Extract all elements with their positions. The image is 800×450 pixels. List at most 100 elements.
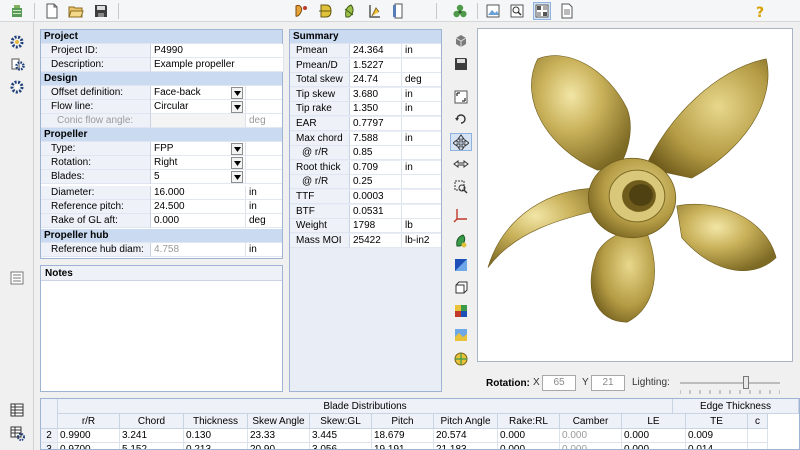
table-cell[interactable]: 5.152	[120, 443, 184, 449]
table-cell[interactable]: 0.000	[498, 429, 560, 443]
table-column-header[interactable]: r/R	[58, 414, 120, 429]
summary-label: Tip skew	[290, 87, 350, 102]
hub-diameter-input[interactable]: 4.758	[151, 243, 246, 257]
save-view-icon[interactable]	[450, 55, 472, 73]
table-row-number[interactable]: 2	[41, 429, 58, 443]
view-cube-icon[interactable]	[450, 32, 472, 50]
table-column-header[interactable]: Rake:RL	[498, 414, 560, 429]
table-cell[interactable]: 0.000	[622, 443, 686, 449]
lighting-slider-thumb[interactable]	[743, 376, 749, 389]
axes-icon[interactable]	[450, 206, 472, 224]
settings-design-icon[interactable]	[9, 56, 25, 72]
description-input[interactable]: Example propeller	[151, 58, 284, 72]
table-cell[interactable]: 3.241	[120, 429, 184, 443]
pan-view-icon[interactable]	[450, 133, 472, 151]
settings-gear-icon[interactable]	[9, 79, 25, 95]
table-settings-icon[interactable]	[9, 425, 25, 441]
color-map-icon[interactable]	[450, 302, 472, 320]
open-folder-icon[interactable]	[67, 2, 85, 20]
table-view-icon[interactable]	[9, 402, 25, 418]
shading-icon[interactable]	[450, 278, 472, 296]
rotation-x-input[interactable]: 65	[542, 375, 576, 391]
table-cell[interactable]: 23.33	[248, 429, 310, 443]
notes-list-icon[interactable]	[9, 270, 25, 286]
rotation-y-input[interactable]: 21	[591, 375, 625, 391]
propeller-blade-icon[interactable]	[292, 2, 310, 20]
project-id-input[interactable]: P4990	[151, 44, 284, 58]
table-cell[interactable]: 0.130	[184, 429, 248, 443]
table-cell[interactable]: 19.191	[372, 443, 434, 449]
summary-label: EAR	[290, 117, 350, 131]
main-toolbar: ?	[0, 0, 800, 22]
table-cell[interactable]	[748, 429, 768, 443]
table-cell[interactable]: 0.9900	[58, 429, 120, 443]
table-cell[interactable]: 0.9700	[58, 443, 120, 449]
table-row-number[interactable]: 3	[41, 443, 58, 449]
table-cell[interactable]: 18.679	[372, 429, 434, 443]
offset-definition-dropdown-icon[interactable]	[231, 87, 243, 99]
table-cell[interactable]: 3.056	[310, 443, 372, 449]
table-column-header[interactable]: Pitch Angle	[434, 414, 498, 429]
type-dropdown-icon[interactable]	[231, 143, 243, 155]
table-column-header[interactable]: Pitch	[372, 414, 434, 429]
row-description: Description: Example propeller	[41, 58, 284, 72]
summary-value: 1.5227	[350, 58, 402, 73]
report-icon[interactable]	[390, 2, 408, 20]
table-cell[interactable]: 20.574	[434, 429, 498, 443]
table-cell[interactable]: 0.000	[560, 443, 622, 449]
propeller-icon[interactable]	[451, 2, 469, 20]
rotation-dropdown-icon[interactable]	[231, 157, 243, 169]
notes-textarea[interactable]	[41, 281, 282, 391]
table-cell[interactable]: 0.213	[184, 443, 248, 449]
table-column-header[interactable]: c	[748, 414, 768, 429]
table-cell[interactable]: 20.90	[248, 443, 310, 449]
summary-value: 0.709	[350, 160, 402, 175]
section-project: Project	[41, 30, 282, 44]
zoom-window-icon[interactable]	[450, 178, 472, 196]
save-icon[interactable]	[92, 2, 110, 20]
table-column-header[interactable]: Thickness	[184, 414, 248, 429]
grid-image-icon[interactable]	[533, 2, 551, 20]
flow-line-dropdown-icon[interactable]	[231, 101, 243, 113]
new-file-icon[interactable]	[43, 2, 61, 20]
blade-outline-icon[interactable]	[341, 2, 359, 20]
table-cell[interactable]: 0.014	[686, 443, 748, 449]
texture-icon[interactable]	[450, 326, 472, 344]
table-cell[interactable]: 0.000	[622, 429, 686, 443]
blade-section-icon[interactable]	[316, 2, 334, 20]
document-icon[interactable]	[558, 2, 576, 20]
summary-row: EAR 0.7797	[290, 117, 441, 131]
propeller-3d-viewport[interactable]	[477, 28, 793, 362]
table-column-header[interactable]: Chord	[120, 414, 184, 429]
rotate-view-icon[interactable]	[450, 110, 472, 128]
table-column-header[interactable]: Camber	[560, 414, 622, 429]
color-blade-icon[interactable]	[450, 232, 472, 250]
table-cell[interactable]: 0.000	[498, 443, 560, 449]
fit-view-icon[interactable]	[450, 88, 472, 106]
table-column-header[interactable]: TE	[686, 414, 748, 429]
notes-panel: Notes	[40, 265, 283, 392]
lighting-slider-track[interactable]	[680, 382, 780, 384]
table-column-header[interactable]: Skew Angle	[248, 414, 310, 429]
help-icon[interactable]: ?	[751, 2, 769, 20]
diameter-input[interactable]: 16.000	[151, 186, 246, 200]
blades-dropdown-icon[interactable]	[231, 171, 243, 183]
table-column-header[interactable]: LE	[622, 414, 686, 429]
zoom-image-icon[interactable]	[508, 2, 526, 20]
rake-input[interactable]: 0.000	[151, 214, 246, 228]
table-cell[interactable]: 21.183	[434, 443, 498, 449]
settings-project-icon[interactable]	[9, 34, 25, 50]
reference-pitch-input[interactable]: 24.500	[151, 200, 246, 214]
table-cell[interactable]	[748, 443, 768, 449]
table-cell[interactable]: 0.009	[686, 429, 748, 443]
row-diameter: Diameter: 16.000 in	[41, 186, 282, 200]
app-icon[interactable]	[8, 2, 26, 20]
table-cell[interactable]: 0.000	[560, 429, 622, 443]
globe-icon[interactable]	[450, 350, 472, 368]
image-icon[interactable]	[484, 2, 502, 20]
table-cell[interactable]: 3.445	[310, 429, 372, 443]
table-column-header[interactable]: Skew:GL	[310, 414, 372, 429]
hub-icon[interactable]	[366, 2, 384, 20]
flip-view-icon[interactable]	[450, 155, 472, 173]
color-gradient-icon[interactable]	[450, 256, 472, 274]
